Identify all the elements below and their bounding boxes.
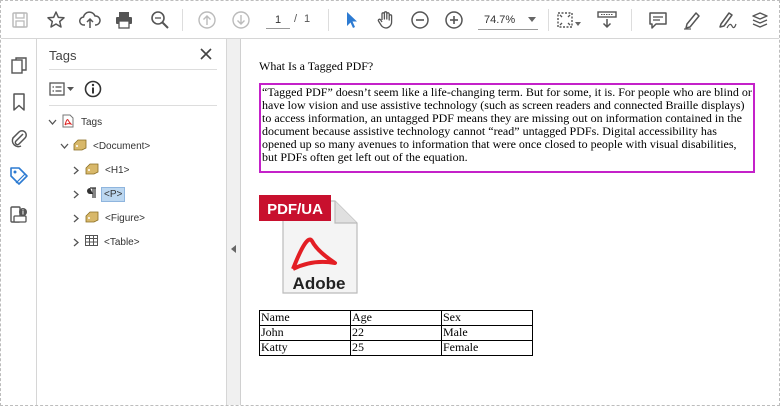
tree-item-tags[interactable]: Tags <box>47 112 104 132</box>
table-icon <box>85 235 98 249</box>
page-up-icon[interactable] <box>194 7 220 33</box>
selected-paragraph[interactable]: “Tagged PDF” doesn’t seem like a life-ch… <box>259 83 755 173</box>
more-icon[interactable] <box>747 7 773 33</box>
tree-item-label: Tags <box>81 116 103 128</box>
search-zoom-icon[interactable] <box>147 7 173 33</box>
table-cell: Male <box>441 325 533 341</box>
page-separator: / <box>294 13 298 25</box>
tree-item-label: <P> <box>101 186 126 202</box>
panel-collapse-handle[interactable] <box>227 39 241 405</box>
options-menu-button[interactable] <box>49 79 79 99</box>
tag-icon <box>73 139 87 154</box>
document-viewport[interactable]: What Is a Tagged PDF? “Tagged PDF” doesn… <box>241 39 779 405</box>
table-cell: Katty <box>259 340 351 356</box>
table-cell: Female <box>441 340 533 356</box>
tree-item-label: <Document> <box>93 140 151 152</box>
table-cell: John <box>259 325 351 341</box>
close-icon[interactable] <box>197 45 215 63</box>
hand-tool-icon[interactable] <box>373 7 399 33</box>
page-number-input[interactable] <box>266 11 290 29</box>
comment-icon[interactable] <box>645 7 671 33</box>
fit-page-icon[interactable] <box>554 7 584 33</box>
app-window: / 1 74.7% <box>0 0 780 406</box>
chevron-right-icon[interactable] <box>71 189 81 199</box>
tree-item-table[interactable]: <Table> <box>71 232 142 252</box>
table-cell: 22 <box>350 325 442 341</box>
chevron-down-icon[interactable] <box>59 141 69 151</box>
chevron-down-icon <box>67 86 74 91</box>
print-icon[interactable] <box>111 7 137 33</box>
tag-icon <box>85 211 99 226</box>
upload-icon[interactable] <box>77 7 103 33</box>
chevron-right-icon[interactable] <box>71 165 81 175</box>
bookmark-star-icon[interactable] <box>43 7 69 33</box>
attachments-icon[interactable] <box>6 125 32 151</box>
zoom-select[interactable]: 74.7% <box>478 10 538 30</box>
toolbar: / 1 74.7% <box>1 1 779 39</box>
table-cell: 25 <box>350 340 442 356</box>
panel-title: Tags <box>49 48 77 63</box>
badge-top-label: PDF/UA <box>267 201 323 218</box>
select-cursor-icon[interactable] <box>339 7 365 33</box>
pdf-tags-icon <box>61 114 75 131</box>
chevron-right-icon[interactable] <box>71 237 81 247</box>
table-cell: Age <box>350 310 442 326</box>
table-row: John 22 Male <box>259 325 533 341</box>
tree-item-document[interactable]: <Document> <box>59 136 152 156</box>
pages-icon[interactable] <box>6 53 32 79</box>
highlight-icon[interactable] <box>679 7 705 33</box>
data-table: Name Age Sex John 22 Male Katty 25 Female <box>259 310 533 356</box>
bookmarks-icon[interactable] <box>6 89 32 115</box>
list-options-icon <box>49 82 65 96</box>
document-page: What Is a Tagged PDF? “Tagged PDF” doesn… <box>241 39 779 405</box>
tree-item-label: <H1> <box>105 164 130 176</box>
tree-item-figure[interactable]: <Figure> <box>71 208 147 228</box>
document-heading: What Is a Tagged PDF? <box>259 59 374 73</box>
chevron-right-icon[interactable] <box>71 213 81 223</box>
pdf-ua-logo: PDF/UA Adobe <box>257 189 363 297</box>
scroll-mode-icon[interactable] <box>592 7 622 33</box>
zoom-value: 74.7% <box>484 13 516 26</box>
info-icon[interactable] <box>83 79 103 99</box>
page-total: 1 <box>304 13 311 25</box>
paragraph-icon <box>85 186 97 202</box>
tree-item-label: <Figure> <box>105 212 146 224</box>
save-icon[interactable] <box>7 7 33 33</box>
badge-bottom-label: Adobe <box>293 274 346 293</box>
page-down-icon[interactable] <box>228 7 254 33</box>
table-row: Name Age Sex <box>259 310 533 326</box>
left-rail: i <box>1 39 37 405</box>
collapse-arrow-icon <box>231 245 236 253</box>
sign-icon[interactable] <box>713 7 739 33</box>
table-cell: Name <box>259 310 351 326</box>
tree-item-p[interactable]: <P> <box>71 184 126 204</box>
zoom-out-icon[interactable] <box>407 7 433 33</box>
table-cell: Sex <box>441 310 533 326</box>
table-row: Katty 25 Female <box>259 340 533 356</box>
tags-panel: Tags Tags <Document> <H1> <P> <Figure> <… <box>37 39 227 405</box>
tags-icon[interactable] <box>6 163 32 189</box>
chevron-down-icon <box>528 16 536 22</box>
accessibility-icon[interactable]: i <box>6 201 32 227</box>
tree-item-h1[interactable]: <H1> <box>71 160 131 180</box>
zoom-in-icon[interactable] <box>441 7 467 33</box>
chevron-down-icon[interactable] <box>47 117 57 127</box>
tag-icon <box>85 163 99 178</box>
tree-item-label: <Table> <box>104 236 140 248</box>
